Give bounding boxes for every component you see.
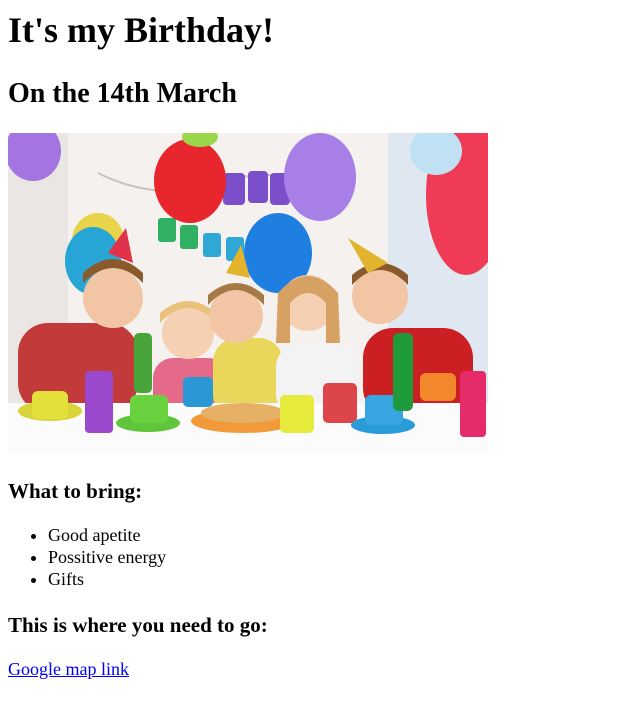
page-title: It's my Birthday! <box>8 10 275 50</box>
list-item: Good apetite <box>48 524 628 546</box>
list-item: Possitive energy <box>48 546 628 568</box>
google-map-link[interactable]: Google map link <box>8 658 129 680</box>
bring-list: Good apetite Possitive energy Gifts <box>8 524 628 590</box>
party-photo <box>8 133 488 454</box>
page: It's my Birthday! On the 14th March What… <box>0 0 636 680</box>
page-subtitle: On the 14th March <box>8 78 237 109</box>
bring-heading: What to bring: <box>8 479 143 503</box>
list-item: Gifts <box>48 568 628 590</box>
directions-heading: This is where you need to go: <box>8 613 268 637</box>
